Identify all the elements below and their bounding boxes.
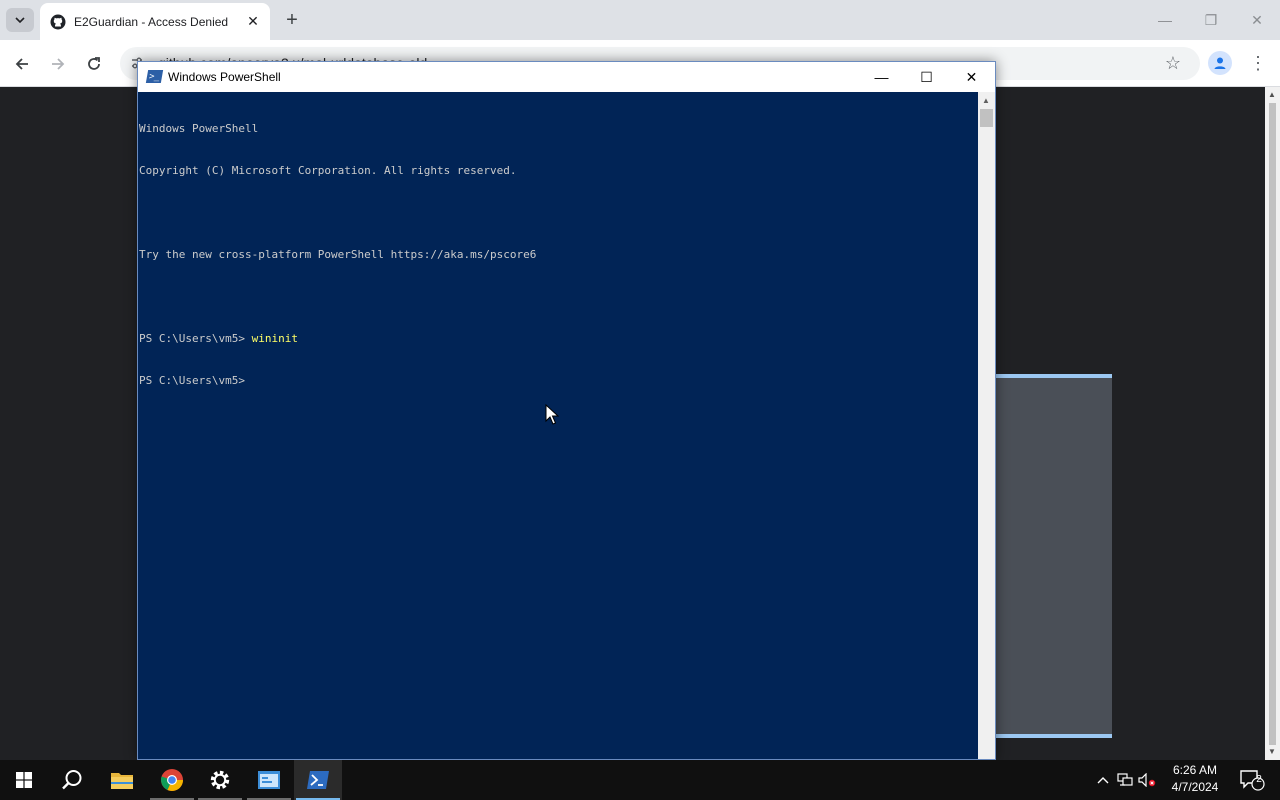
powershell-titlebar[interactable]: >_ Windows PowerShell — ☐ ✕ (138, 62, 995, 92)
mouse-cursor-icon (545, 404, 559, 425)
volume-muted-icon[interactable] (1136, 760, 1158, 800)
bookmark-star-icon[interactable]: ☆ (1160, 49, 1186, 77)
browser-minimize-button[interactable]: — (1142, 0, 1188, 40)
tab-active[interactable]: E2Guardian - Access Denied ✕ (40, 3, 270, 40)
ps-maximize-button[interactable]: ☐ (904, 62, 949, 92)
tab-title: E2Guardian - Access Denied (74, 14, 229, 29)
github-icon (50, 14, 66, 30)
command-text: wininit (251, 332, 298, 345)
console-output[interactable]: Windows PowerShell Copyright (C) Microso… (138, 92, 978, 759)
ps-close-button[interactable]: ✕ (949, 62, 994, 92)
network-icon[interactable] (1114, 760, 1136, 800)
new-tab-button[interactable]: + (280, 8, 304, 32)
chevron-down-icon (15, 17, 25, 24)
console-line: Try the new cross-platform PowerShell ht… (139, 248, 537, 261)
tab-strip: E2Guardian - Access Denied ✕ + — ❐ ✕ (0, 0, 1280, 40)
back-button[interactable] (8, 50, 36, 78)
ps-minimize-button[interactable]: — (859, 62, 904, 92)
control-panel-icon (258, 771, 280, 789)
browser-menu-icon[interactable]: ⋮ (1246, 51, 1270, 75)
windows-start-icon (16, 772, 32, 788)
clock-date: 4/7/2024 (1171, 780, 1219, 794)
taskbar-settings[interactable] (196, 760, 244, 800)
show-hidden-icons-chevron-up-icon[interactable] (1092, 760, 1114, 800)
console-line: PS C:\Users\vm5> wininit (139, 332, 978, 346)
taskbar: 6:26 AM 4/7/2024 2 (0, 760, 1280, 800)
taskbar-powershell[interactable] (294, 760, 342, 800)
prompt: PS C:\Users\vm5> (139, 332, 252, 345)
taskbar-chrome[interactable] (148, 760, 196, 800)
scroll-down-arrow-icon[interactable]: ▼ (1268, 747, 1276, 756)
taskbar-search-button[interactable] (48, 760, 96, 800)
reload-icon (88, 57, 100, 70)
tab-close-icon[interactable]: ✕ (244, 13, 262, 31)
scroll-up-arrow-icon[interactable]: ▲ (982, 96, 990, 105)
console-scroll-thumb[interactable] (980, 109, 993, 127)
page-dialog-panel (995, 374, 1112, 738)
powershell-title: Windows PowerShell (168, 70, 281, 84)
action-center-button[interactable]: 2 (1232, 760, 1272, 800)
prompt: PS C:\Users\vm5> (139, 374, 252, 387)
powershell-icon: >_ (145, 70, 164, 83)
system-tray (1092, 760, 1158, 800)
start-button[interactable] (0, 760, 48, 800)
notification-count: 2 (1256, 774, 1262, 785)
chrome-icon (161, 769, 183, 791)
page-scrollbar[interactable]: ▲ ▼ (1265, 87, 1280, 760)
page-scroll-thumb[interactable] (1269, 103, 1276, 745)
taskbar-file-explorer[interactable] (98, 760, 146, 800)
console-line: Copyright (C) Microsoft Corporation. All… (139, 164, 517, 177)
taskbar-clock[interactable]: 6:26 AM 4/7/2024 (1164, 762, 1226, 798)
file-explorer-icon (111, 773, 133, 789)
taskbar-control-panel[interactable] (245, 760, 293, 800)
search-icon (62, 770, 82, 790)
profile-avatar-icon[interactable] (1208, 51, 1232, 75)
console-line: Windows PowerShell (139, 122, 259, 135)
arrow-right-icon (52, 58, 65, 70)
powershell-window[interactable]: >_ Windows PowerShell — ☐ ✕ Windows Powe… (137, 61, 996, 760)
settings-icon (210, 770, 230, 790)
clock-time: 6:26 AM (1172, 763, 1218, 777)
arrow-left-icon (15, 58, 28, 70)
forward-button[interactable] (44, 50, 72, 78)
powershell-icon (307, 771, 329, 789)
tab-search-button[interactable] (6, 8, 34, 32)
browser-close-button[interactable]: ✕ (1234, 0, 1280, 40)
reload-button[interactable] (80, 50, 108, 78)
browser-restore-button[interactable]: ❐ (1188, 0, 1234, 40)
scroll-up-arrow-icon[interactable]: ▲ (1268, 90, 1276, 99)
console-scrollbar[interactable]: ▲ (978, 92, 995, 759)
console-line: PS C:\Users\vm5> (139, 374, 978, 388)
